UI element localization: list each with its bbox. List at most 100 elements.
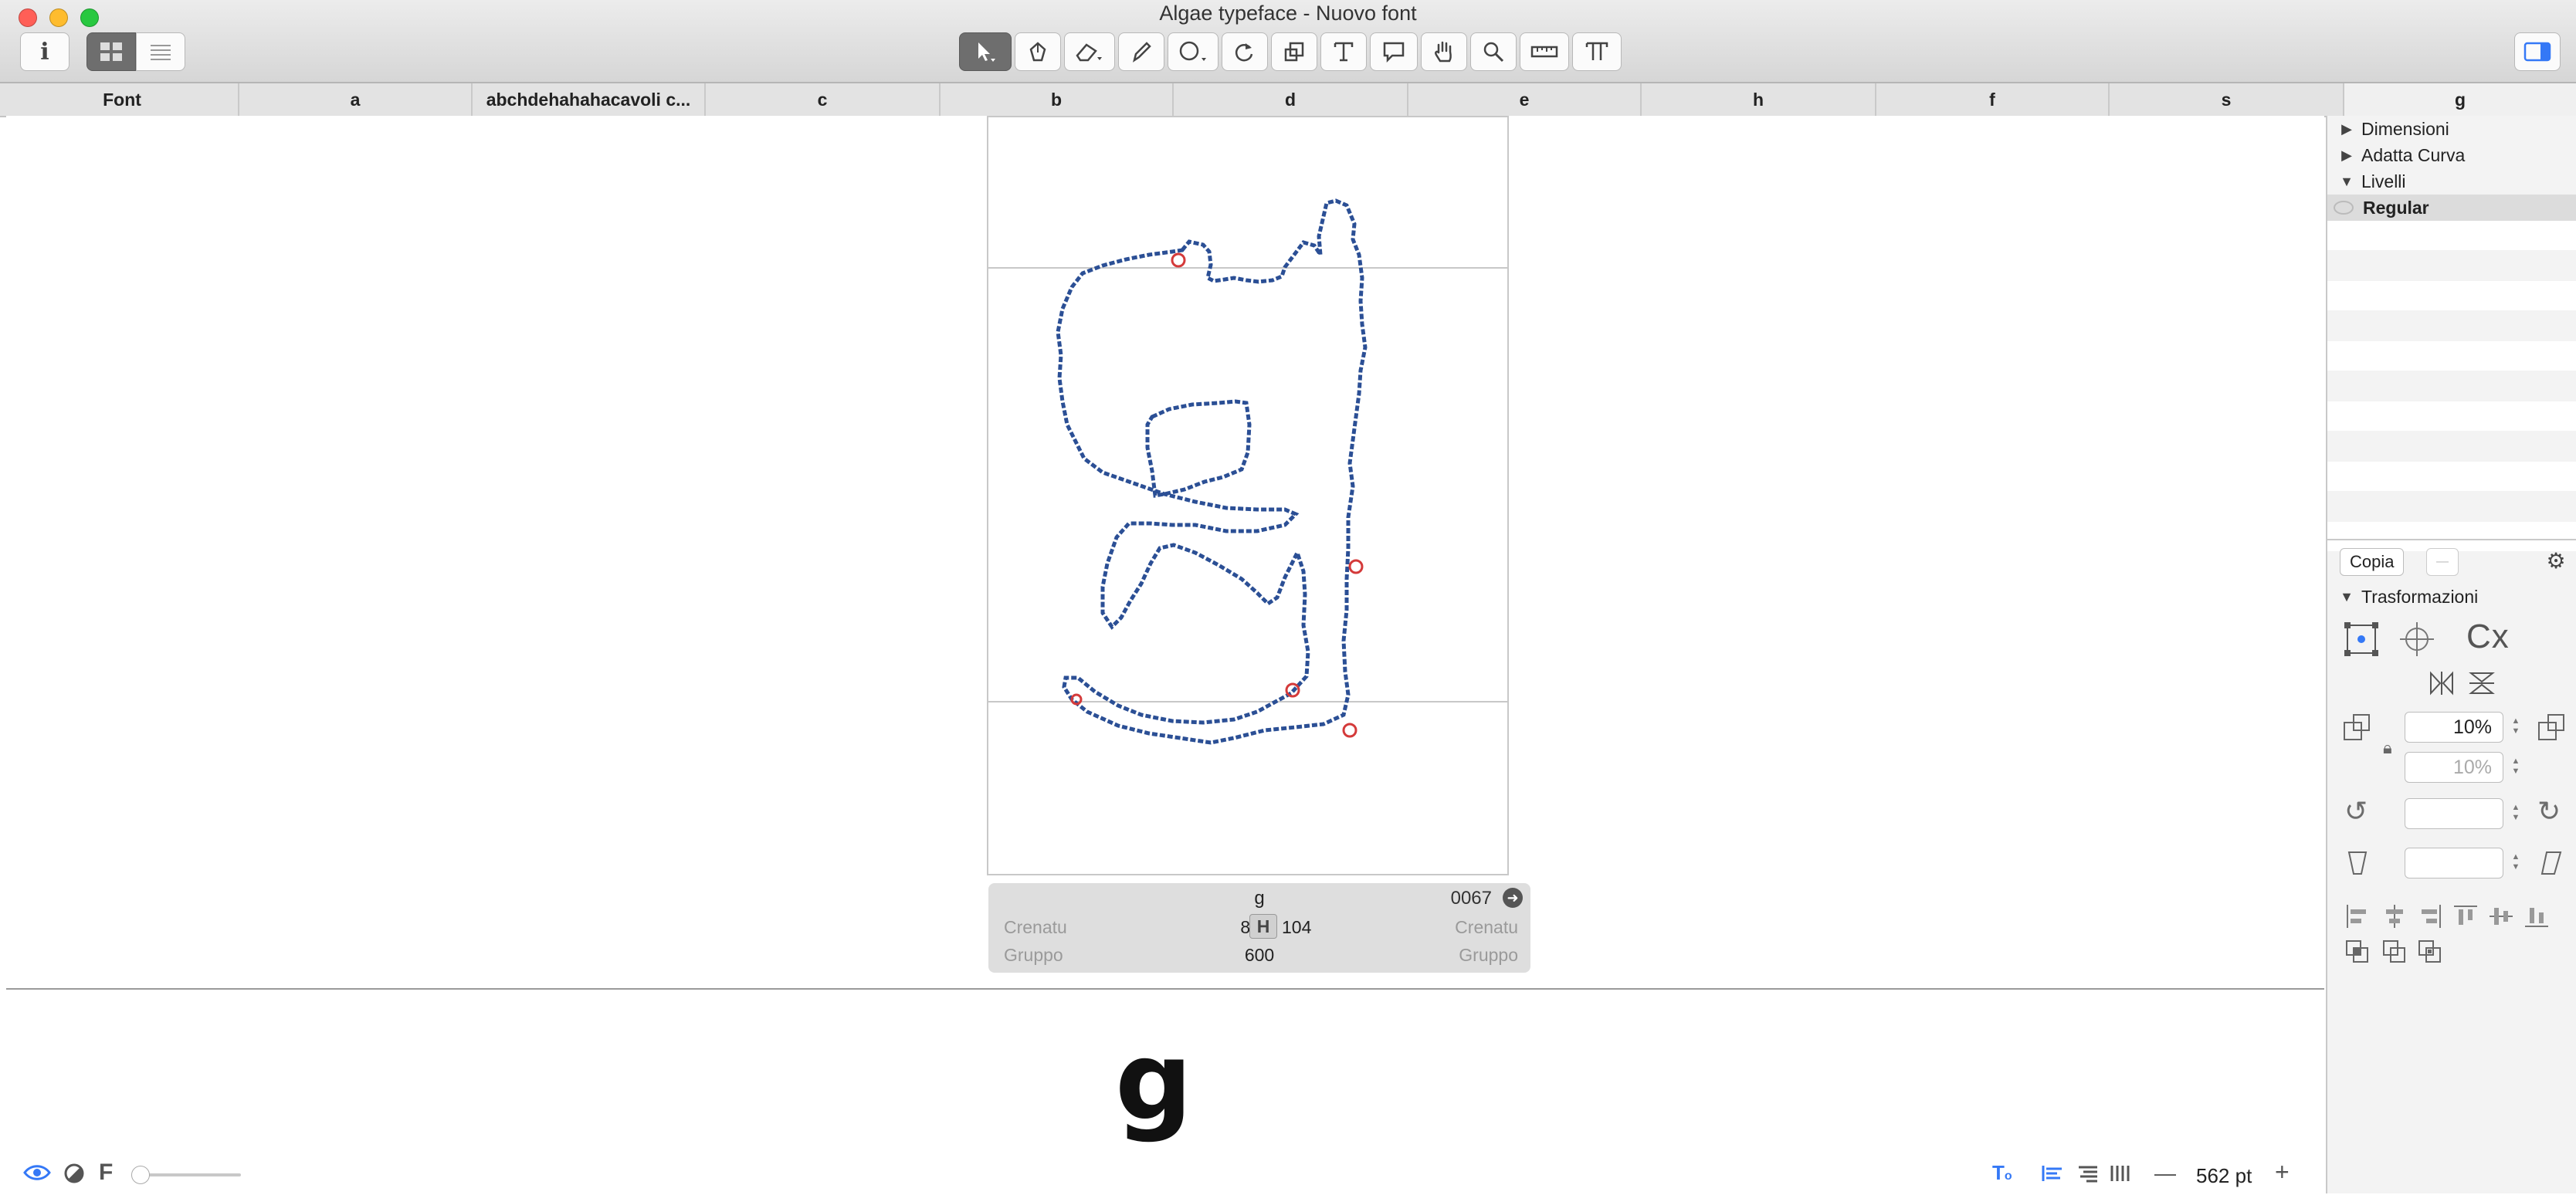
layer-regular[interactable]: Regular — [2327, 195, 2576, 221]
crosshair-origin-icon[interactable] — [2398, 621, 2435, 658]
tab-h[interactable]: h — [1642, 83, 1876, 116]
info-button[interactable]: i — [20, 32, 69, 71]
rotate-stepper[interactable]: ▲ ▼ — [2510, 798, 2522, 828]
align-right-edge-icon[interactable] — [2417, 903, 2443, 929]
disclosure-triangle-icon[interactable]: ▼ — [2337, 589, 2357, 605]
list-view-button[interactable] — [136, 32, 185, 71]
scale-y-field[interactable]: 10% — [2405, 752, 2503, 783]
tree-item-dimensioni[interactable]: ▶ Dimensioni — [2327, 116, 2576, 142]
tab-abchdehahahacavoli[interactable]: abchdehahahacavoli c... — [473, 83, 706, 116]
zoom-in-button[interactable]: + — [2275, 1158, 2290, 1187]
gear-icon[interactable]: ⚙ — [2540, 548, 2571, 574]
bounding-box-origin-icon[interactable] — [2343, 621, 2380, 658]
glyph-name[interactable]: g — [988, 888, 1530, 909]
zoom-out-button[interactable]: — — [2154, 1161, 2176, 1186]
pencil-icon — [1133, 42, 1151, 63]
tab-a[interactable]: a — [239, 83, 473, 116]
text-options-icon[interactable]: To — [1992, 1161, 2012, 1185]
align-left-edge-icon[interactable] — [2344, 903, 2371, 929]
copy-button[interactable]: Copia — [2340, 548, 2405, 576]
size-slider-knob[interactable] — [131, 1166, 150, 1184]
rotate-left-icon[interactable]: ↺ — [2344, 795, 2368, 828]
tab-c[interactable]: c — [706, 83, 941, 116]
sidebar-icon — [2523, 42, 2551, 62]
align-bottom-edge-icon[interactable] — [2523, 903, 2550, 929]
list-icon — [151, 45, 171, 60]
fill-toggle-icon[interactable] — [63, 1163, 85, 1184]
disclosure-triangle-icon[interactable]: ▶ — [2337, 147, 2357, 164]
eye-icon[interactable] — [23, 1163, 51, 1183]
glyph-width[interactable]: 600 — [988, 945, 1530, 966]
tree-label: Dimensioni — [2361, 118, 2449, 139]
unicode-value[interactable]: 0067 — [1451, 888, 1492, 909]
grid-icon — [100, 42, 122, 61]
tab-d[interactable]: d — [1174, 83, 1408, 116]
zoom-value[interactable]: 562 pt — [2196, 1164, 2252, 1188]
tab-g[interactable]: g — [2344, 83, 2576, 116]
align-center-h-icon[interactable] — [2381, 903, 2408, 929]
tab-b[interactable]: b — [941, 83, 1174, 116]
arrow-right-icon[interactable]: ➜ — [1503, 888, 1523, 908]
size-slider-track[interactable] — [136, 1173, 241, 1176]
circle-shape-icon — [1179, 41, 1206, 61]
scale-down-icon[interactable] — [2341, 712, 2372, 743]
tab-e[interactable]: e — [1408, 83, 1642, 116]
pencil-tool-button[interactable] — [1118, 32, 1164, 71]
scale-tool-button[interactable] — [1271, 32, 1317, 71]
lock-icon[interactable]: 🔒︎ — [2383, 738, 2392, 758]
glyph-outline[interactable] — [987, 116, 1509, 875]
disclosure-triangle-icon[interactable]: ▼ — [2337, 174, 2357, 190]
tab-f[interactable]: f — [1876, 83, 2110, 116]
tab-s[interactable]: s — [2110, 83, 2344, 116]
toggle-sidebar-button[interactable] — [2514, 32, 2561, 71]
window-toolbar: Algae typeface - Nuovo font i — [0, 0, 2576, 83]
annotation-tool-button[interactable] — [1370, 32, 1418, 71]
tab-font[interactable]: Font — [6, 83, 239, 116]
align-center-v-icon[interactable] — [2488, 903, 2514, 929]
scale-y-stepper[interactable]: ▲ ▼ — [2510, 752, 2522, 781]
font-toggle-icon[interactable]: F — [99, 1159, 113, 1186]
transform-section-header[interactable]: ▼ Trasformazioni — [2327, 584, 2576, 610]
text-tool-button[interactable] — [1320, 32, 1367, 71]
flip-vertical-icon[interactable] — [2468, 670, 2496, 696]
slant-left-icon[interactable] — [2346, 851, 2369, 875]
layer-list-row — [2327, 281, 2576, 310]
grid-view-button[interactable] — [86, 32, 136, 71]
subtract-icon[interactable] — [2381, 939, 2408, 965]
rotate-tool-button[interactable] — [1222, 32, 1268, 71]
layer-list-row — [2327, 522, 2576, 551]
right-sidebearing[interactable]: 104 — [1282, 917, 1311, 938]
left-kerning-label: Crenatu — [1004, 917, 1067, 937]
hand-tool-button[interactable] — [1421, 32, 1467, 71]
slant-field[interactable] — [2405, 848, 2503, 878]
intersect-icon[interactable] — [2417, 939, 2443, 965]
rotate-right-icon[interactable]: ↻ — [2537, 795, 2561, 828]
disclosure-triangle-icon[interactable]: ▶ — [2337, 121, 2357, 137]
link-metrics-icon[interactable]: H — [1249, 914, 1277, 939]
measure-tool-button[interactable] — [1520, 32, 1569, 71]
shape-tool-button[interactable] — [1168, 32, 1219, 71]
zoom-tool-button[interactable] — [1470, 32, 1517, 71]
slant-right-icon[interactable] — [2539, 851, 2562, 875]
scale-x-stepper[interactable]: ▲ ▼ — [2510, 712, 2522, 741]
align-metric-icon[interactable]: Cx — [2466, 618, 2510, 656]
eraser-tool-button[interactable] — [1064, 32, 1115, 71]
eye-visibility-icon[interactable] — [2334, 201, 2354, 215]
paste-button[interactable]: — — [2426, 548, 2459, 576]
metrics-tool-button[interactable] — [1572, 32, 1622, 71]
eraser-icon — [1076, 43, 1102, 62]
rotate-field[interactable] — [2405, 798, 2503, 829]
tree-item-livelli[interactable]: ▼ Livelli — [2327, 168, 2576, 195]
tree-item-adatta-curva[interactable]: ▶ Adatta Curva — [2327, 142, 2576, 168]
align-justify-icon[interactable] — [2110, 1164, 2131, 1183]
pen-tool-button[interactable] — [1015, 32, 1061, 71]
scale-up-icon[interactable] — [2536, 712, 2567, 743]
scale-x-field[interactable]: 10% — [2405, 712, 2503, 743]
align-left-icon[interactable] — [2042, 1164, 2063, 1183]
align-right-icon[interactable] — [2077, 1164, 2099, 1183]
union-icon[interactable] — [2344, 939, 2371, 965]
select-tool-button[interactable] — [959, 32, 1012, 71]
flip-horizontal-icon[interactable] — [2428, 670, 2456, 696]
slant-stepper[interactable]: ▲ ▼ — [2510, 848, 2522, 877]
align-top-edge-icon[interactable] — [2452, 903, 2479, 929]
